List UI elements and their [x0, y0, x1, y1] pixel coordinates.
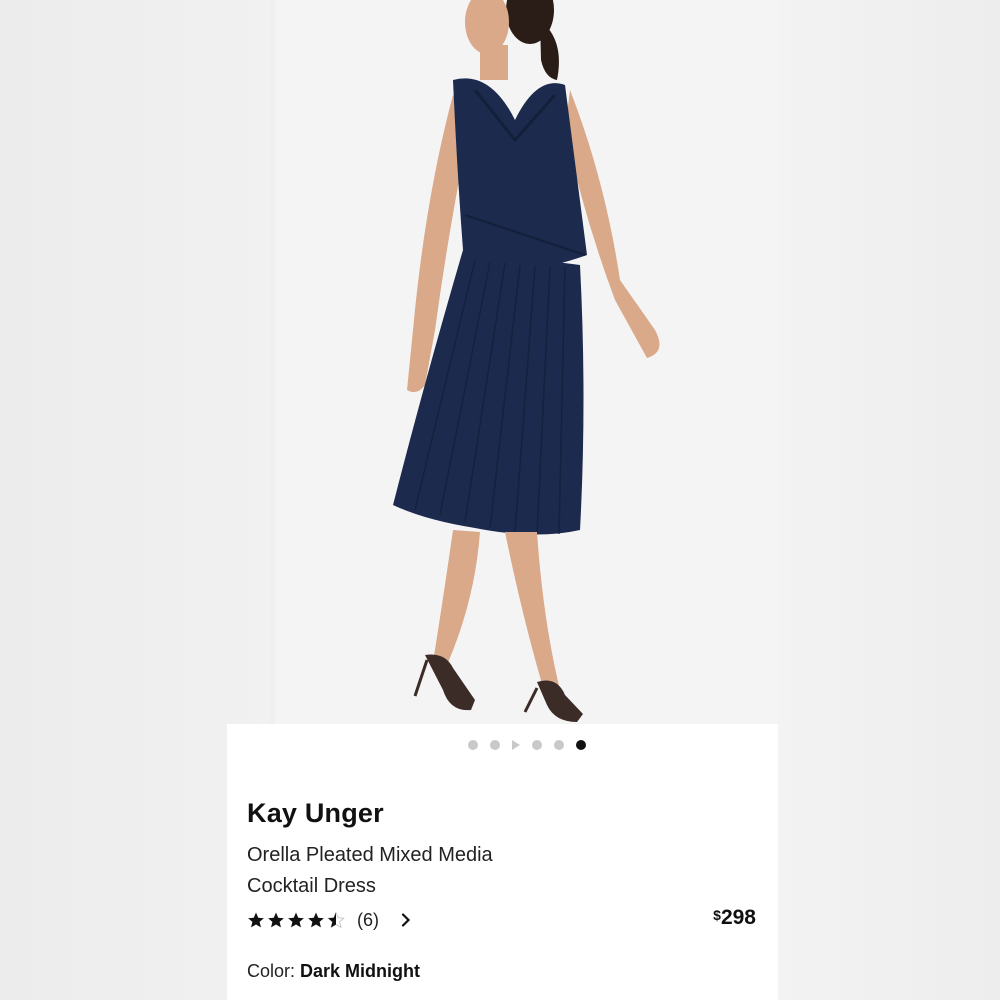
gallery-dot-2[interactable] — [489, 740, 500, 750]
color-label: Color: — [247, 961, 296, 981]
price-currency: $ — [713, 907, 721, 923]
background-right — [778, 0, 1000, 1000]
product-title-line-2: Cocktail Dress — [247, 875, 376, 897]
review-count[interactable]: (6) — [357, 910, 379, 931]
brand-name[interactable]: Kay Unger — [247, 798, 384, 829]
product-image[interactable] — [275, 0, 778, 724]
video-play-icon[interactable] — [511, 740, 520, 750]
star-full-icon — [248, 912, 264, 928]
product-title-line-1: Orella Pleated Mixed Media — [247, 844, 493, 866]
product-image-illustration — [275, 0, 778, 724]
star-full-icon — [288, 912, 304, 928]
star-half-icon — [327, 911, 345, 929]
gallery-dot-4[interactable] — [531, 740, 542, 750]
product-info-card: Kay Unger Orella Pleated Mixed Media Coc… — [227, 724, 778, 1000]
chevron-right-icon[interactable] — [399, 913, 413, 927]
gallery-dot-1[interactable] — [467, 740, 478, 750]
star-rating — [247, 911, 345, 929]
gallery-pagination — [227, 739, 778, 751]
selected-color: Color: Dark Midnight — [247, 961, 420, 982]
rating-row[interactable]: (6) — [247, 908, 413, 932]
gallery-dot-6-active[interactable] — [575, 740, 586, 750]
product-title: Orella Pleated Mixed Media Cocktail Dres… — [247, 840, 567, 902]
price-amount: 298 — [720, 906, 756, 929]
price: $298 — [713, 906, 756, 930]
color-value: Dark Midnight — [300, 961, 421, 981]
gallery-dot-5[interactable] — [553, 740, 564, 750]
star-full-icon — [268, 912, 284, 928]
star-full-icon — [308, 912, 324, 928]
